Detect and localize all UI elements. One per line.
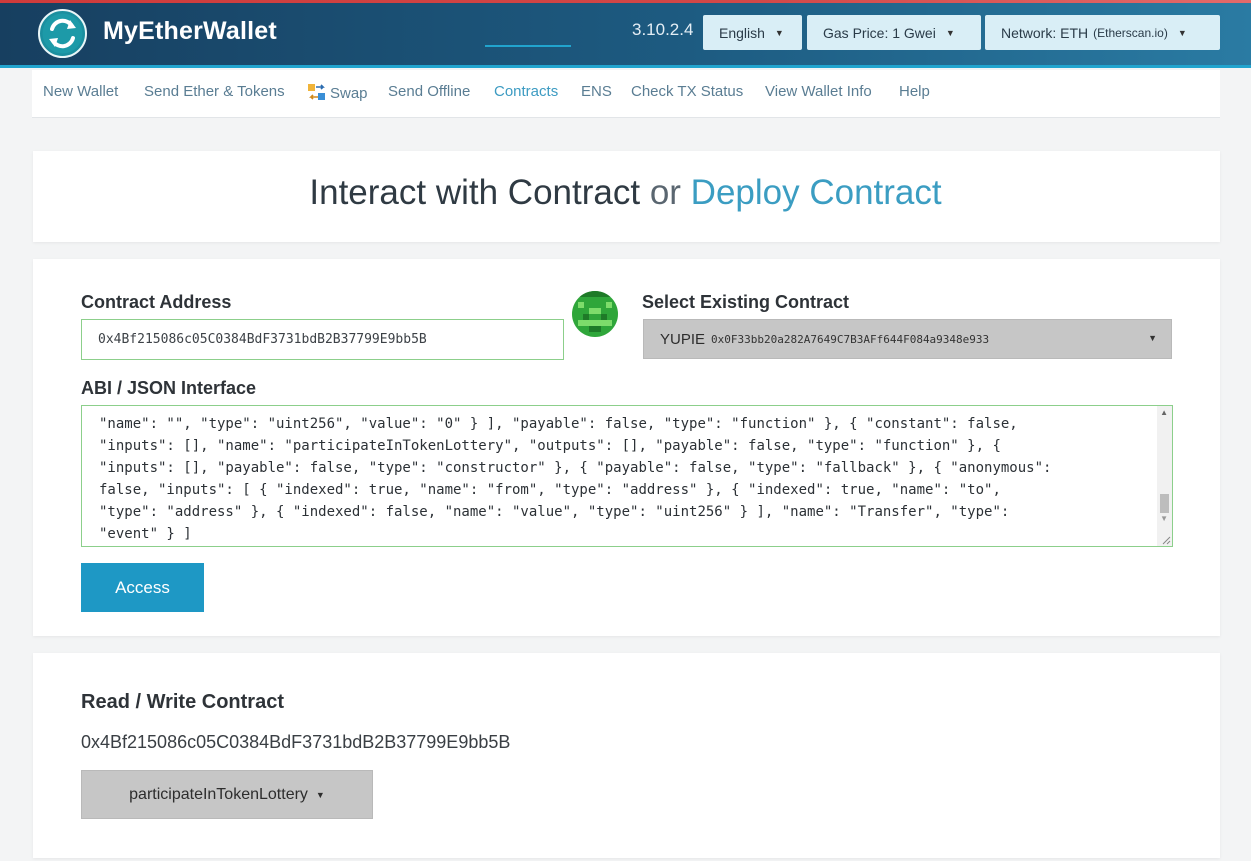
interact-contract-title: Interact with Contract — [309, 173, 641, 212]
active-tab-underline — [485, 45, 571, 47]
scroll-up-arrow-icon[interactable]: ▲ — [1160, 408, 1168, 417]
address-identicon — [572, 291, 618, 337]
page-title: Interact with Contract or Deploy Contrac… — [0, 173, 1251, 213]
scroll-down-arrow-icon[interactable]: ▼ — [1160, 514, 1168, 523]
select-existing-contract-label: Select Existing Contract — [642, 292, 850, 312]
nav-swap[interactable]: Swap — [307, 83, 368, 102]
scroll-thumb[interactable] — [1160, 494, 1169, 513]
abi-line: "inputs": [], "payable": false, "type": … — [99, 460, 1052, 476]
access-button[interactable]: Access — [81, 563, 204, 612]
abi-json-content: "name": "", "type": "uint256", "value": … — [99, 409, 1149, 545]
nav-send-ether-tokens[interactable]: Send Ether & Tokens — [144, 83, 285, 100]
nav-view-wallet-info[interactable]: View Wallet Info — [765, 83, 872, 100]
selected-function-label: participateInTokenLottery — [129, 785, 308, 803]
chevron-down-icon: ▼ — [774, 27, 784, 38]
abi-json-label: ABI / JSON Interface — [81, 378, 257, 398]
chevron-down-icon: ▼ — [315, 789, 325, 800]
selected-contract-name: YUPIE — [660, 330, 706, 348]
abi-line: "event" } ] — [99, 526, 192, 542]
nav-swap-label: Swap — [330, 85, 368, 102]
abi-scrollbar[interactable]: ▲ ▼ — [1157, 406, 1172, 546]
resize-handle-icon[interactable] — [1161, 535, 1171, 545]
chevron-down-icon: ▼ — [945, 27, 955, 38]
read-write-address: 0x4Bf215086c05C0384BdF3731bdB2B37799E9bb… — [81, 732, 511, 752]
network-dropdown[interactable]: Network: ETH (Etherscan.io) ▼ — [985, 15, 1220, 50]
language-dropdown[interactable]: English ▼ — [703, 15, 802, 50]
abi-line: "type": "address" }, { "indexed": false,… — [99, 504, 1010, 520]
chevron-down-icon: ▼ — [1177, 27, 1187, 38]
deploy-contract-link[interactable]: Deploy Contract — [691, 173, 942, 212]
title-or: or — [649, 173, 681, 212]
abi-json-textarea[interactable]: "name": "", "type": "uint256", "value": … — [81, 405, 1173, 547]
read-write-title: Read / Write Contract — [81, 691, 284, 713]
function-select-dropdown[interactable]: participateInTokenLottery ▼ — [81, 770, 373, 819]
version-label: 3.10.2.4 — [632, 20, 694, 39]
selected-contract-address: 0x0F33bb20a282A7649C7B3AFf644F084a9348e9… — [711, 332, 990, 346]
abi-line: false, "inputs": [ { "indexed": true, "n… — [99, 482, 1001, 498]
nav-help[interactable]: Help — [899, 83, 930, 100]
network-provider: (Etherscan.io) — [1093, 25, 1168, 40]
contract-address-label: Contract Address — [81, 292, 232, 312]
abi-line: "name": "", "type": "uint256", "value": … — [99, 416, 1018, 432]
main-nav: New Wallet Send Ether & Tokens Swap Send… — [32, 70, 1220, 118]
gas-price-dropdown[interactable]: Gas Price: 1 Gwei ▼ — [807, 15, 981, 50]
abi-line: "inputs": [], "name": "participateInToke… — [99, 438, 1001, 454]
network-label: Network: ETH — [1001, 24, 1089, 41]
myetherwallet-logo-icon[interactable] — [38, 9, 87, 58]
logo-text[interactable]: MyEtherWallet — [103, 17, 277, 46]
nav-ens[interactable]: ENS — [581, 83, 612, 100]
gas-price-label: Gas Price: 1 Gwei — [823, 24, 936, 41]
top-header: MyEtherWallet 3.10.2.4 English ▼ Gas Pri… — [0, 0, 1251, 68]
nav-check-tx-status[interactable]: Check TX Status — [631, 83, 743, 100]
language-label: English — [719, 24, 765, 41]
read-write-card — [33, 653, 1220, 858]
nav-new-wallet[interactable]: New Wallet — [43, 83, 118, 100]
chevron-down-icon: ▼ — [1148, 333, 1157, 343]
contract-address-input[interactable]: 0x4Bf215086c05C0384BdF3731bdB2B37799E9bb… — [81, 319, 564, 360]
swap-icon — [308, 84, 325, 100]
nav-send-offline[interactable]: Send Offline — [388, 83, 470, 100]
existing-contract-select[interactable]: YUPIE 0x0F33bb20a282A7649C7B3AFf644F084a… — [643, 319, 1172, 359]
nav-contracts[interactable]: Contracts — [494, 83, 558, 100]
